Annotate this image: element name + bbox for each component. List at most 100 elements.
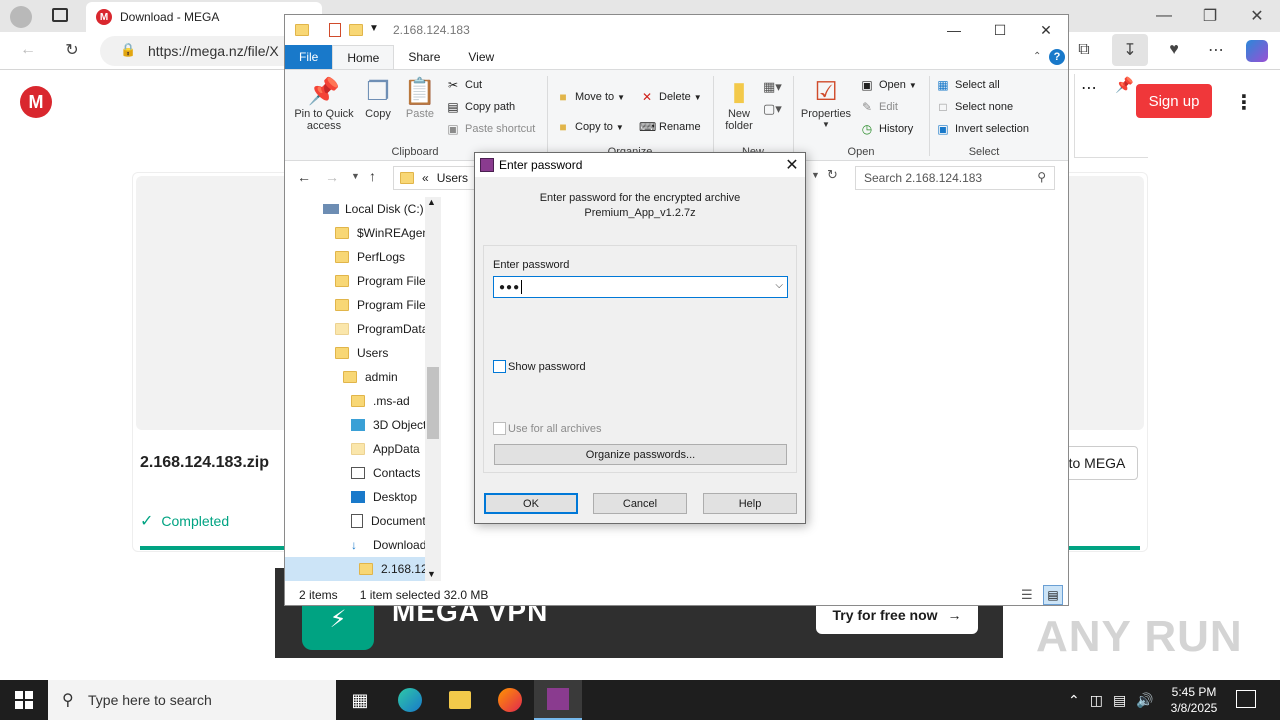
select-all-button[interactable]: ▦ Select all [935, 74, 1029, 96]
taskbar-clock[interactable]: 5:45 PM 3/8/2025 [1164, 684, 1224, 716]
collapse-ribbon-icon[interactable]: ⌃ [1033, 51, 1041, 62]
volume-icon[interactable]: 🔊 [1136, 692, 1153, 709]
tab-home[interactable]: Home [332, 45, 395, 69]
downloads-icon[interactable]: ↧ [1112, 34, 1148, 66]
use-for-all-checkbox[interactable]: Use for all archives [493, 422, 602, 435]
new-item-icon[interactable]: ▦▾ [763, 76, 782, 98]
invert-selection-button[interactable]: ▣ Invert selection [935, 118, 1029, 140]
pin-quick-access-button[interactable]: 📌 Pin to Quick access [291, 76, 357, 132]
ok-button[interactable]: OK [484, 493, 578, 514]
tab-file[interactable]: File [285, 45, 333, 69]
explorer-close-icon[interactable]: ✕ [1023, 15, 1069, 45]
quick-access-dropdown-icon[interactable]: ▼ [369, 23, 379, 34]
copy-to-button[interactable]: ■ Copy to ▼ [555, 112, 625, 142]
winrar-taskbar-icon[interactable] [534, 680, 582, 720]
edit-button[interactable]: ✎ Edit [859, 96, 917, 118]
help-icon[interactable]: ? [1049, 49, 1065, 65]
refresh-icon[interactable]: ↻ [58, 36, 86, 64]
breadcrumb-users[interactable]: Users [437, 171, 468, 185]
firefox-icon[interactable] [486, 680, 534, 720]
open-button[interactable]: ▣ Open ▼ [859, 74, 917, 96]
properties-qa-icon[interactable] [329, 23, 341, 37]
hamburger-menu-icon[interactable]: ⋮ [1234, 90, 1254, 115]
tree-item[interactable]: admin [343, 365, 398, 389]
more-icon[interactable]: ⋯ [1081, 78, 1097, 98]
tray-device-icon[interactable]: ◫ [1090, 692, 1103, 709]
edge-icon[interactable] [386, 680, 434, 720]
tree-item[interactable]: Program Files [335, 269, 432, 293]
tree-item[interactable]: Program Files [335, 293, 432, 317]
task-view-icon[interactable]: ▦ [336, 680, 384, 720]
paste-button[interactable]: 📋 Paste [401, 76, 439, 120]
chevron-down-icon[interactable]: ⌵ [775, 280, 783, 291]
nav-scroll-thumb[interactable] [427, 367, 439, 439]
password-input[interactable]: ●●● ⌵ [493, 276, 788, 298]
move-to-button[interactable]: ■ Move to ▼ [555, 82, 625, 112]
recent-locations-icon[interactable]: ▼ [351, 171, 360, 181]
details-view-icon[interactable]: ☰ [1021, 587, 1033, 603]
tree-item[interactable]: ↓ Downloads [351, 533, 432, 557]
explorer-maximize-icon[interactable]: ☐ [977, 15, 1023, 45]
tab-actions-icon[interactable] [52, 8, 68, 22]
minimize-icon[interactable]: — [1150, 2, 1178, 30]
explorer-minimize-icon[interactable]: — [931, 15, 977, 45]
tree-item[interactable]: 3D Objects [351, 413, 432, 437]
help-button[interactable]: Help [703, 493, 797, 514]
copy-button[interactable]: ❐ Copy [359, 76, 397, 120]
delete-button[interactable]: ✕ Delete ▼ [639, 82, 702, 112]
profile-icon[interactable] [10, 6, 32, 28]
nav-forward-icon[interactable]: → [325, 169, 339, 185]
properties-button[interactable]: ☑ Properties ▼ [799, 76, 853, 129]
close-icon[interactable]: ✕ [1243, 2, 1271, 30]
select-none-button[interactable]: □ Select none [935, 96, 1029, 118]
history-button[interactable]: ◷ History [859, 118, 917, 140]
large-icons-view-icon[interactable]: ▤ [1043, 585, 1063, 605]
tree-item[interactable]: Users [335, 341, 388, 365]
breadcrumb-overflow[interactable]: « [422, 171, 429, 185]
tree-item-local-disk[interactable]: Local Disk (C:) [323, 197, 424, 221]
cut-button[interactable]: ✂ Cut [445, 74, 535, 96]
address-refresh-icon[interactable]: ↻ [827, 167, 838, 183]
network-icon[interactable]: ▤ [1113, 692, 1126, 709]
tree-item[interactable]: $WinREAgent [335, 221, 432, 245]
mega-logo-icon[interactable]: M [20, 86, 52, 118]
tree-item[interactable]: Contacts [351, 461, 420, 485]
tree-item[interactable]: Desktop [351, 485, 417, 509]
dialog-close-icon[interactable]: ✕ [779, 153, 805, 177]
show-password-checkbox[interactable]: Show password [493, 360, 586, 373]
restore-icon[interactable]: ❐ [1196, 2, 1224, 30]
tree-item[interactable]: PerfLogs [335, 245, 405, 269]
signup-button[interactable]: Sign up [1136, 84, 1212, 118]
file-explorer-icon[interactable] [436, 680, 484, 720]
nav-back-icon[interactable]: ← [297, 169, 311, 185]
performance-icon[interactable]: ♥ [1160, 36, 1188, 64]
url-bar[interactable]: 🔒 https://mega.nz/file/X [100, 36, 300, 66]
copy-path-button[interactable]: ▤ Copy path [445, 96, 535, 118]
scroll-up-icon[interactable]: ▲ [427, 197, 436, 207]
paste-shortcut-button[interactable]: ▣ Paste shortcut [445, 118, 535, 140]
tree-item[interactable]: Documents [351, 509, 432, 533]
rename-button[interactable]: ⌨ Rename [639, 112, 702, 142]
copilot-icon[interactable] [1246, 40, 1268, 62]
cancel-button[interactable]: Cancel [593, 493, 687, 514]
organize-passwords-button[interactable]: Organize passwords... [494, 444, 787, 465]
explorer-search-input[interactable]: Search 2.168.124.183 ⚲ [855, 166, 1055, 190]
tray-chevron-icon[interactable]: ⌃ [1068, 692, 1080, 709]
tree-item[interactable]: .ms-ad [351, 389, 410, 413]
collections-icon[interactable]: ⧉ [1070, 36, 1098, 64]
tree-item[interactable]: AppData [351, 437, 420, 461]
nav-up-icon[interactable]: ↑ [369, 168, 376, 184]
more-menu-icon[interactable]: ⋯ [1202, 36, 1230, 64]
back-icon[interactable]: ← [14, 36, 42, 64]
tree-item-current-folder[interactable]: 2.168.124 [359, 557, 434, 581]
easy-access-icon[interactable]: ▢▾ [763, 98, 782, 120]
tab-share[interactable]: Share [394, 45, 454, 69]
scroll-down-icon[interactable]: ▼ [427, 569, 436, 579]
tab-view[interactable]: View [454, 45, 508, 69]
taskbar-search-input[interactable]: ⚲ Type here to search [48, 680, 336, 720]
address-dropdown-icon[interactable]: ▼ [811, 170, 820, 180]
notifications-icon[interactable] [1236, 690, 1256, 708]
tree-item[interactable]: ProgramData [335, 317, 428, 341]
start-button[interactable] [0, 680, 48, 720]
new-folder-button[interactable]: ▮ New folder [717, 76, 761, 132]
